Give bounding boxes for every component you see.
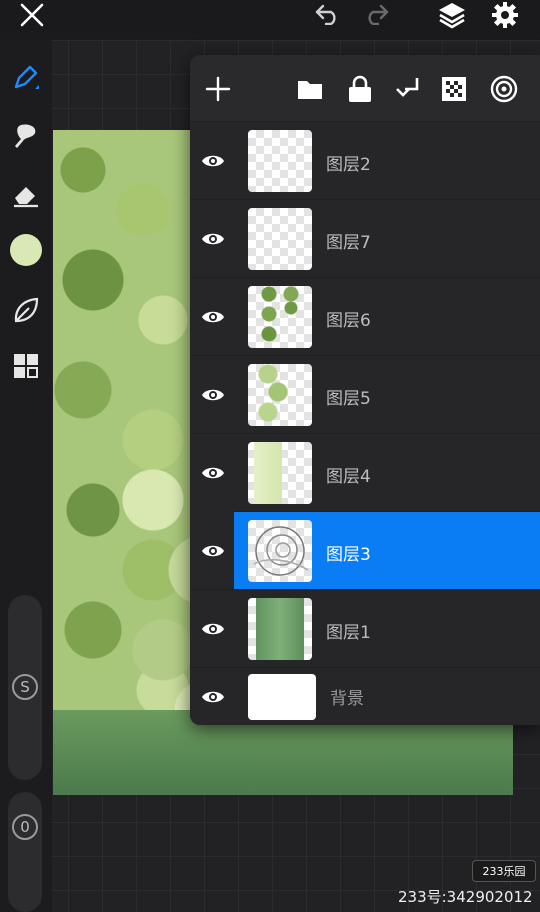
eye-icon[interactable] <box>200 684 226 710</box>
brush-size-knob[interactable]: S <box>12 674 38 700</box>
eye-icon[interactable] <box>200 304 226 330</box>
add-layer-icon[interactable] <box>202 73 234 105</box>
opacity-knob[interactable]: 0 <box>12 814 38 840</box>
layer-name: 图层2 <box>326 155 371 175</box>
layer-row[interactable]: 图层4 <box>190 433 540 512</box>
eye-icon[interactable] <box>200 382 226 408</box>
eye-icon[interactable] <box>200 148 226 174</box>
lock-icon[interactable] <box>344 73 376 105</box>
eye-icon[interactable] <box>200 460 226 486</box>
layer-thumbnail <box>248 286 312 348</box>
layer-thumbnail <box>248 598 312 660</box>
layer-row[interactable]: 图层1 <box>190 589 540 668</box>
size-label: S <box>20 678 30 696</box>
layer-thumbnail <box>248 674 316 720</box>
layer-row-background[interactable]: 背景 <box>190 667 540 725</box>
layer-name: 图层6 <box>326 311 371 331</box>
merge-down-icon[interactable] <box>392 73 424 105</box>
layer-row[interactable]: 图层6 <box>190 277 540 356</box>
layer-thumbnail <box>248 208 312 270</box>
layers-panel: 图层2 图层7 图层6 图层5 图层4 图层3 图层1 背景 <box>190 55 540 725</box>
smudge-icon[interactable] <box>8 118 44 154</box>
layer-name: 图层3 <box>326 545 371 565</box>
color-swatch[interactable] <box>8 232 44 268</box>
layer-row[interactable]: 图层5 <box>190 355 540 434</box>
undo-icon[interactable] <box>310 0 346 28</box>
layer-thumbnail <box>248 442 312 504</box>
opacity-label: 0 <box>20 818 30 836</box>
left-toolbar: S 0 <box>0 40 52 912</box>
layer-name: 图层7 <box>326 233 371 253</box>
folder-icon[interactable] <box>294 73 326 105</box>
opacity-slider[interactable] <box>8 792 42 912</box>
reference-icon[interactable] <box>488 73 520 105</box>
eye-icon[interactable] <box>200 226 226 252</box>
layers-panel-header <box>190 55 540 121</box>
brush-icon[interactable] <box>8 60 44 96</box>
top-bar <box>0 0 540 34</box>
eye-icon[interactable] <box>200 538 226 564</box>
gear-icon[interactable] <box>488 0 522 30</box>
layers-list: 图层2 图层7 图层6 图层5 图层4 图层3 图层1 背景 <box>190 121 540 725</box>
redo-icon[interactable] <box>358 0 394 28</box>
layer-name: 背景 <box>330 689 364 709</box>
close-icon[interactable] <box>14 0 50 30</box>
layer-thumbnail <box>248 364 312 426</box>
layer-name: 图层1 <box>326 623 371 643</box>
layer-row[interactable]: 图层7 <box>190 199 540 278</box>
checker-icon[interactable] <box>438 73 470 105</box>
eye-icon[interactable] <box>200 616 226 642</box>
layers-icon[interactable] <box>434 0 470 30</box>
layer-thumbnail <box>248 130 312 192</box>
watermark-logo: 233乐园 <box>472 860 536 882</box>
watermark-text: 233号:342902012 <box>398 888 533 906</box>
layer-row-selected[interactable]: 图层3 <box>202 511 540 590</box>
layer-row[interactable]: 图层2 <box>190 121 540 200</box>
current-color-icon <box>10 234 42 266</box>
gallery-icon[interactable] <box>8 348 44 384</box>
eraser-icon[interactable] <box>8 176 44 212</box>
layer-thumbnail <box>248 520 312 582</box>
layer-name: 图层4 <box>326 467 371 487</box>
leaf-icon[interactable] <box>8 292 44 328</box>
layer-name: 图层5 <box>326 389 371 409</box>
